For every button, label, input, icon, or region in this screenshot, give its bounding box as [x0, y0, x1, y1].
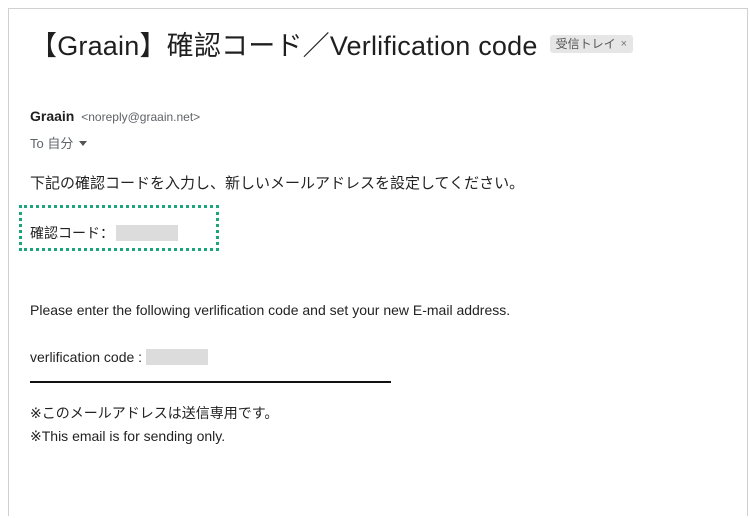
- inbox-label-chip[interactable]: 受信トレイ ×: [549, 34, 634, 53]
- sender-email: <noreply@graain.net>: [81, 110, 201, 124]
- sender-row: Graain <noreply@graain.net>: [30, 108, 200, 124]
- en-code-label: verlification code :: [30, 349, 143, 365]
- chevron-down-icon[interactable]: [79, 140, 88, 146]
- en-code-row: verlification code :: [30, 349, 209, 365]
- recipient-text: To 自分: [30, 136, 74, 151]
- note-en: ※This email is for sending only.: [30, 428, 226, 444]
- email-subject-row: 【Graain】確認コード／Verlification code 受信トレイ ×: [30, 24, 634, 63]
- jp-code-row: 確認コード：: [30, 223, 178, 243]
- redacted-code-en: [146, 349, 209, 365]
- recipient-row: To 自分: [30, 133, 88, 152]
- inbox-label-text: 受信トレイ: [555, 37, 616, 51]
- note-jp: ※このメールアドレスは送信専用です。: [30, 405, 279, 421]
- divider-line: [30, 381, 391, 383]
- jp-code-label: 確認コード：: [30, 225, 114, 241]
- email-subject: 【Graain】確認コード／Verlification code: [30, 31, 538, 61]
- jp-instruction-text: 下記の確認コードを入力し、新しいメールアドレスを設定してください。: [30, 175, 525, 192]
- redacted-code-jp: [116, 225, 178, 241]
- sender-name[interactable]: Graain: [30, 108, 74, 124]
- close-icon[interactable]: ×: [621, 38, 627, 50]
- en-instruction-text: Please enter the following verlification…: [30, 302, 511, 318]
